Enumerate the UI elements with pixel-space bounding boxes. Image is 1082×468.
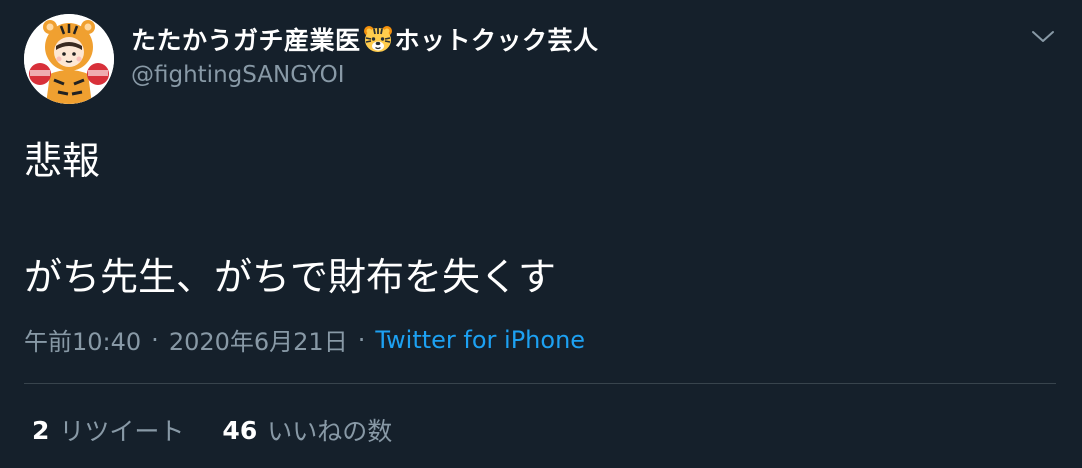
tweet-meta: 午前10:40 · 2020年6月21日 · Twitter for iPhon… [24, 322, 585, 357]
user-handle[interactable]: @fightingSANGYOI [131, 62, 345, 88]
display-name-suffix: ホットクック芸人 [394, 26, 599, 55]
like-label: いいねの数 [267, 417, 393, 446]
tweet-source-link[interactable]: Twitter for iPhone [375, 326, 585, 354]
tweet-stats: 2 リツイート 46 いいねの数 [32, 412, 392, 448]
retweet-count: 2 [32, 415, 50, 445]
tweet-card: たたかうガチ産業医 ホットクック芸人 @fightingSANGYOI 悲報 が… [0, 0, 1082, 468]
display-name[interactable]: たたかうガチ産業医 ホットクック芸人 [131, 22, 599, 56]
separator-dot: · [151, 325, 159, 354]
like-count: 46 [222, 415, 258, 445]
retweet-label: リツイート [59, 417, 185, 446]
tiger-costume-avatar-illustration [24, 14, 114, 104]
separator-dot: · [357, 325, 366, 354]
likes-stat[interactable]: 46 いいねの数 [222, 412, 392, 448]
tweet-text: 悲報 がち先生、がちで財布を失くす [24, 139, 557, 299]
chevron-down-icon[interactable] [1030, 26, 1056, 46]
avatar[interactable] [24, 14, 114, 104]
tweet-time[interactable]: 午前10:40 [24, 322, 141, 357]
tiger-face-icon [363, 25, 393, 53]
retweets-stat[interactable]: 2 リツイート [32, 412, 184, 448]
display-name-prefix: たたかうガチ産業医 [131, 26, 361, 55]
tweet-date[interactable]: 2020年6月21日 [169, 322, 348, 357]
divider [24, 383, 1056, 384]
